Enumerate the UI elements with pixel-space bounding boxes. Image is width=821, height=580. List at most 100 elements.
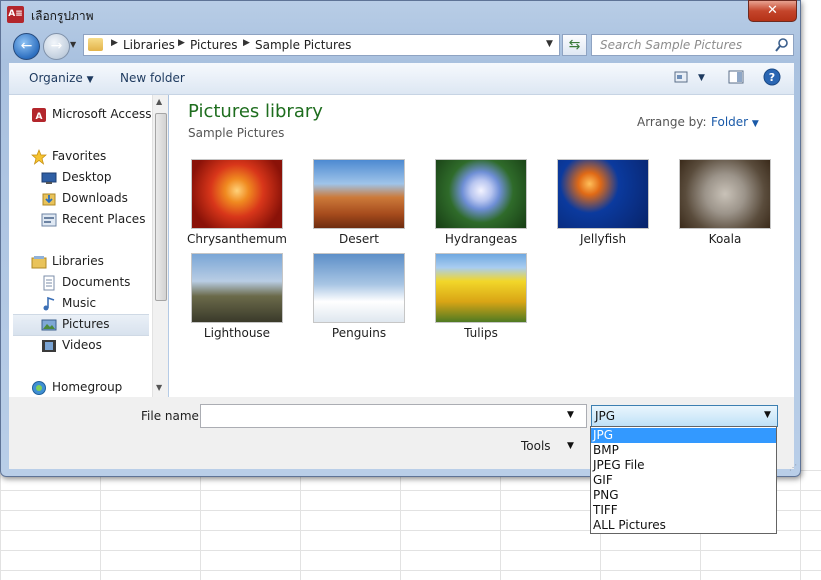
picture-label[interactable]: Desert xyxy=(299,232,419,246)
tools-button[interactable]: Tools xyxy=(521,439,551,453)
file-type-selected: JPG xyxy=(595,409,616,423)
sidebar-item-videos[interactable]: Videos xyxy=(9,336,151,356)
help-icon[interactable]: ? xyxy=(763,68,781,86)
sidebar-item-label: Desktop xyxy=(62,170,112,184)
picture-label[interactable]: Penguins xyxy=(299,326,419,340)
picture-thumbnail-desert[interactable] xyxy=(313,159,405,229)
folder-icon xyxy=(88,38,103,51)
sidebar-item-label: Pictures xyxy=(62,317,110,331)
breadcrumb-arrow-icon[interactable]: ▶ xyxy=(243,38,250,48)
view-options-icon[interactable] xyxy=(673,69,689,85)
access-app-icon: A≡ xyxy=(7,6,24,23)
file-type-option[interactable]: GIF xyxy=(591,473,776,488)
sidebar-item-libraries[interactable]: Libraries xyxy=(9,252,151,272)
sidebar-item-label: Recent Places xyxy=(62,212,146,226)
search-placeholder: Search Sample Pictures xyxy=(600,38,743,52)
command-toolbar: Organize ▼ New folder ▼ ? xyxy=(9,63,794,95)
picture-label[interactable]: Jellyfish xyxy=(543,232,663,246)
picture-thumbnail-koala[interactable] xyxy=(679,159,771,229)
downloads-icon xyxy=(42,193,56,206)
picture-label[interactable]: Lighthouse xyxy=(177,326,297,340)
picture-thumbnail-hydrangeas[interactable] xyxy=(435,159,527,229)
file-type-option[interactable]: JPG xyxy=(591,428,776,443)
sidebar-item-label: Downloads xyxy=(62,191,128,205)
scroll-down-icon[interactable]: ▼ xyxy=(156,383,162,392)
navigation-pane: A Microsoft Access Favorites Desktop Dow… xyxy=(9,95,168,398)
sidebar-item-homegroup[interactable]: Homegroup xyxy=(9,378,151,398)
sidebar-item-recent-places[interactable]: Recent Places xyxy=(9,210,151,230)
file-name-label: File name: xyxy=(141,409,203,423)
breadcrumb-sample-pictures[interactable]: Sample Pictures xyxy=(255,38,351,52)
picture-thumbnail-jellyfish[interactable] xyxy=(557,159,649,229)
file-type-option[interactable]: BMP xyxy=(591,443,776,458)
sidebar-item-label: Homegroup xyxy=(52,380,123,394)
arrange-by-label: Arrange by: xyxy=(637,115,707,129)
picture-thumbnail-chrysanthemum[interactable] xyxy=(191,159,283,229)
breadcrumb-libraries[interactable]: Libraries xyxy=(123,38,175,52)
homegroup-icon xyxy=(32,381,46,395)
recent-locations-dropdown-icon[interactable]: ▼ xyxy=(70,40,76,49)
desktop-icon xyxy=(41,172,57,184)
file-type-select[interactable]: JPG ▼ xyxy=(591,405,778,427)
picture-thumbnail-penguins[interactable] xyxy=(313,253,405,323)
forward-button[interactable]: → xyxy=(43,33,70,60)
breadcrumb-arrow-icon[interactable]: ▶ xyxy=(111,38,118,48)
address-bar[interactable]: ▶ Libraries ▶ Pictures ▶ Sample Pictures… xyxy=(83,34,560,56)
access-icon: A xyxy=(32,108,46,122)
search-icon[interactable] xyxy=(774,37,790,53)
picture-thumbnail-lighthouse[interactable] xyxy=(191,253,283,323)
resize-grip-icon[interactable]: ⋰ xyxy=(789,463,797,472)
file-type-dropdown-icon[interactable]: ▼ xyxy=(764,410,771,420)
tools-dropdown-icon[interactable]: ▼ xyxy=(567,441,574,451)
sidebar-item-music[interactable]: Music xyxy=(9,294,151,314)
picture-label[interactable]: Tulips xyxy=(421,326,541,340)
title-bar: A≡ เลือกรูปภาพ ✕ xyxy=(1,0,800,29)
navigation-bar: ← → ▼ ▶ Libraries ▶ Pictures ▶ Sample Pi… xyxy=(9,31,794,61)
picture-label[interactable]: Koala xyxy=(665,232,785,246)
sidebar-item-desktop[interactable]: Desktop xyxy=(9,168,151,188)
arrange-by-dropdown[interactable]: Folder ▼ xyxy=(711,115,759,129)
music-icon xyxy=(43,296,55,311)
picture-label[interactable]: Chrysanthemum xyxy=(177,232,297,246)
organize-button[interactable]: Organize ▼ xyxy=(29,71,94,85)
sidebar-item-downloads[interactable]: Downloads xyxy=(9,189,151,209)
breadcrumb-pictures[interactable]: Pictures xyxy=(190,38,238,52)
search-input[interactable]: Search Sample Pictures xyxy=(591,34,794,56)
library-subtitle: Sample Pictures xyxy=(188,126,285,140)
file-open-dialog: A≡ เลือกรูปภาพ ✕ ← → ▼ ▶ Libraries ▶ Pic… xyxy=(0,0,801,477)
file-type-option[interactable]: JPEG File xyxy=(591,458,776,473)
svg-text:?: ? xyxy=(769,71,775,84)
library-title: Pictures library xyxy=(188,101,323,122)
close-button[interactable]: ✕ xyxy=(748,0,797,22)
breadcrumb-arrow-icon[interactable]: ▶ xyxy=(178,38,185,48)
address-dropdown-icon[interactable]: ▼ xyxy=(546,39,553,49)
preview-pane-icon[interactable] xyxy=(728,69,744,85)
recent-places-icon xyxy=(41,213,57,227)
file-type-option[interactable]: TIFF xyxy=(591,503,776,518)
svg-text:A: A xyxy=(36,112,43,122)
refresh-button[interactable]: ⇆ xyxy=(562,34,587,56)
file-name-input[interactable]: ▼ xyxy=(200,404,587,428)
star-icon xyxy=(31,149,47,165)
file-type-option[interactable]: PNG xyxy=(591,488,776,503)
picture-thumbnail-tulips[interactable] xyxy=(435,253,527,323)
picture-label[interactable]: Hydrangeas xyxy=(421,232,541,246)
pictures-icon xyxy=(41,319,57,331)
sidebar-item-label: Favorites xyxy=(52,149,107,163)
view-dropdown-icon[interactable]: ▼ xyxy=(698,73,705,83)
sidebar-item-documents[interactable]: Documents xyxy=(9,273,151,293)
chevron-down-icon: ▼ xyxy=(751,119,759,129)
file-type-option[interactable]: ALL Pictures xyxy=(591,518,776,533)
file-name-dropdown-icon[interactable]: ▼ xyxy=(567,410,574,420)
scroll-thumb[interactable] xyxy=(155,113,167,301)
new-folder-button[interactable]: New folder xyxy=(120,71,185,85)
back-button[interactable]: ← xyxy=(13,33,40,60)
sidebar-item-microsoft-access[interactable]: A Microsoft Access xyxy=(9,105,152,125)
sidebar-scrollbar[interactable]: ▲ ▼ xyxy=(152,95,168,397)
scroll-up-icon[interactable]: ▲ xyxy=(156,97,162,106)
chevron-down-icon: ▼ xyxy=(86,75,94,85)
sidebar-item-label: Videos xyxy=(62,338,102,352)
sidebar-item-pictures[interactable]: Pictures xyxy=(13,314,149,336)
libraries-icon xyxy=(31,256,47,269)
sidebar-item-favorites[interactable]: Favorites xyxy=(9,147,151,167)
